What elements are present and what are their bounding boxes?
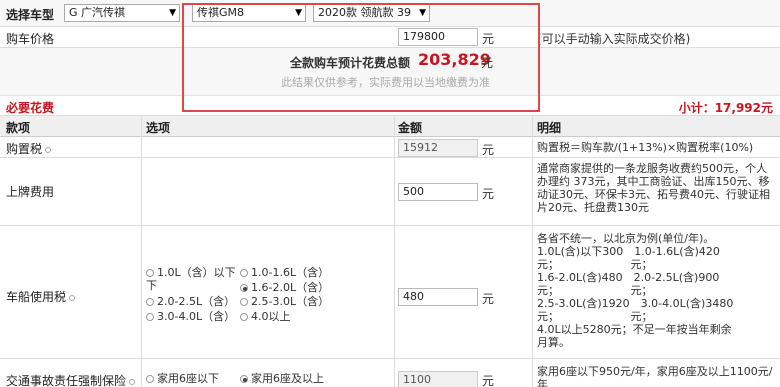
option-radio-selected[interactable]: 1.6-2.0L（含） bbox=[240, 281, 329, 294]
car-selector-bar: 选择车型 G 广汽传祺 ▼ 传祺GM8 ▼ 2020款 领航款 39 ▼ bbox=[0, 0, 780, 27]
option-radio[interactable]: 2.0-2.5L（含） bbox=[146, 295, 235, 308]
vessel-tax-amount-input[interactable]: 480 bbox=[398, 288, 478, 306]
price-label: 购车价格 bbox=[6, 32, 55, 46]
column-header-detail: 明细 bbox=[537, 121, 562, 135]
option-radio[interactable]: 1.0L（含）以下 bbox=[146, 266, 236, 279]
plate-amount-input[interactable]: 500 bbox=[398, 183, 478, 201]
section-title: 必要花费 bbox=[6, 101, 55, 115]
total-unit: 元 bbox=[481, 56, 494, 70]
radio-icon bbox=[146, 375, 154, 383]
radio-icon bbox=[146, 298, 154, 306]
price-input[interactable]: 179800 bbox=[398, 28, 478, 46]
table-row-vessel-tax: 车船使用税 1.0L（含）以下 下 1.0-1.6L（含） 1.6-2.0L（含… bbox=[0, 226, 780, 359]
row-detail: 各省不统一，以北京为例(单位/年)。 1.0L(含)以下300 1.0-1.6L… bbox=[537, 232, 734, 349]
row-name: 上牌费用 bbox=[6, 185, 55, 199]
table-row-insurance: 交通事故责任强制保险 家用6座以下 家用6座及以上 1100 元 家用6座以下9… bbox=[0, 359, 780, 387]
dropdown-arrow-icon: ▼ bbox=[295, 8, 302, 18]
price-row: 购车价格 179800 元 (可以手动输入实际成交价格) bbox=[0, 27, 780, 48]
row-name: 车船使用税 bbox=[6, 288, 76, 305]
option-radio[interactable]: 家用6座以下 bbox=[146, 372, 219, 385]
total-label: 全款购车预计花费总额 bbox=[290, 56, 411, 70]
section-subtotal: 小计：17,992元 bbox=[678, 101, 773, 115]
row-detail: 购置税＝购车款/(1+13%)×购置税率(10%) bbox=[537, 141, 754, 154]
table-row-purchase-tax: 购置税 15912 元 购置税＝购车款/(1+13%)×购置税率(10%) bbox=[0, 137, 780, 158]
selector-label: 选择车型 bbox=[6, 8, 55, 22]
amount-unit: 元 bbox=[482, 374, 495, 387]
radio-icon bbox=[240, 313, 248, 321]
amount-unit: 元 bbox=[482, 292, 495, 306]
info-icon[interactable] bbox=[129, 378, 136, 385]
column-header-amount: 金额 bbox=[398, 121, 423, 135]
amount-unit: 元 bbox=[482, 187, 495, 201]
column-header-option: 选项 bbox=[146, 121, 171, 135]
radio-icon bbox=[146, 313, 154, 321]
total-value: 203,829 bbox=[418, 50, 491, 69]
price-hint: (可以手动输入实际成交价格) bbox=[537, 32, 691, 46]
option-radio[interactable]: 4.0以上 bbox=[240, 310, 291, 323]
trim-select[interactable]: 2020款 领航款 39 ▼ bbox=[313, 4, 430, 22]
radio-icon bbox=[240, 269, 248, 277]
radio-selected-icon bbox=[240, 375, 248, 383]
radio-selected-icon bbox=[240, 284, 248, 292]
row-name: 交通事故责任强制保险 bbox=[6, 372, 136, 387]
disclaimer-note: 此结果仅供参考，实际费用以当地缴费为准 bbox=[281, 76, 490, 89]
column-header-item: 款项 bbox=[6, 121, 31, 135]
option-radio[interactable]: 2.5-3.0L（含） bbox=[240, 295, 329, 308]
row-detail: 通常商家提供的一条龙服务收费约500元，个人办理约 373元，其中工商验证、出库… bbox=[537, 162, 770, 214]
amount-unit: 元 bbox=[482, 143, 495, 157]
option-radio-selected[interactable]: 家用6座及以上 bbox=[240, 372, 324, 385]
radio-icon bbox=[240, 298, 248, 306]
option-radio[interactable]: 1.0-1.6L（含） bbox=[240, 266, 329, 279]
brand-select[interactable]: G 广汽传祺 ▼ bbox=[64, 4, 180, 22]
table-header: 款项 选项 金额 明细 bbox=[0, 116, 780, 137]
dropdown-arrow-icon: ▼ bbox=[169, 8, 176, 18]
radio-icon bbox=[146, 269, 154, 277]
model-select[interactable]: 传祺GM8 ▼ bbox=[192, 4, 306, 22]
option-radio[interactable]: 3.0-4.0L（含） bbox=[146, 310, 235, 323]
section-header: 必要花费 小计：17,992元 bbox=[0, 96, 780, 116]
row-detail: 家用6座以下950元/年，家用6座及以上1100元/年 bbox=[537, 365, 773, 387]
price-unit: 元 bbox=[482, 32, 495, 46]
info-icon[interactable] bbox=[45, 146, 52, 153]
dropdown-arrow-icon: ▼ bbox=[419, 8, 426, 18]
insurance-amount: 1100 bbox=[398, 371, 478, 387]
row-name: 购置税 bbox=[6, 140, 52, 157]
table-row-plate: 上牌费用 500 元 通常商家提供的一条龙服务收费约500元，个人办理约 373… bbox=[0, 158, 780, 226]
total-box: 全款购车预计花费总额 203,829 元 此结果仅供参考，实际费用以当地缴费为准 bbox=[0, 48, 780, 96]
purchase-tax-amount: 15912 bbox=[398, 139, 478, 157]
option-wrap-text: 下 bbox=[146, 279, 157, 292]
info-icon[interactable] bbox=[69, 294, 76, 301]
